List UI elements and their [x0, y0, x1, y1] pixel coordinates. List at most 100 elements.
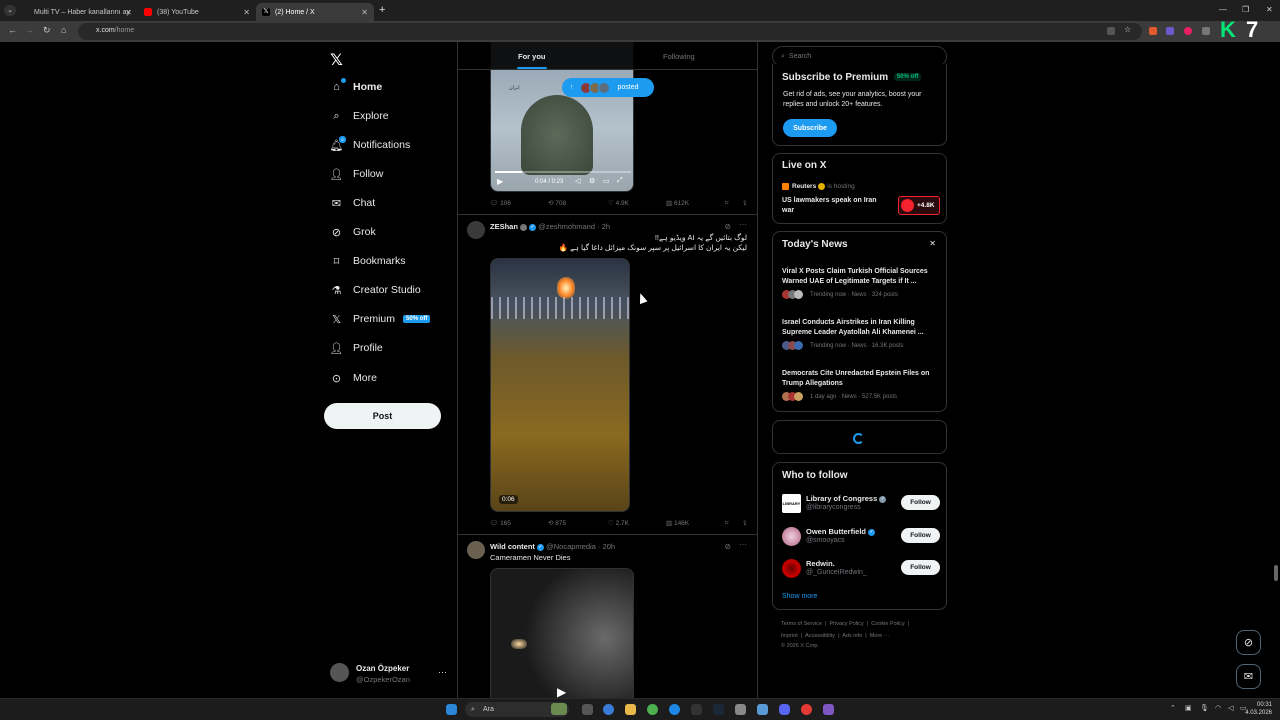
- extension-icon[interactable]: [1184, 27, 1192, 35]
- sidebar-item-chat[interactable]: ✉ Chat: [330, 193, 375, 213]
- wifi-icon[interactable]: ◠: [1215, 704, 1221, 712]
- sidebar-item-notifications[interactable]: 🔔︎ 2 Notifications: [330, 135, 410, 155]
- follow-button[interactable]: Follow: [901, 560, 940, 575]
- footer-link[interactable]: Cookie Policy: [871, 621, 904, 627]
- account-switcher[interactable]: Ozan Özpeker @OzpekerOzan ···: [330, 662, 450, 686]
- share-icon[interactable]: ⇪: [742, 199, 747, 207]
- address-bar[interactable]: [78, 23, 1142, 40]
- views-count[interactable]: ▥ 146K: [666, 519, 689, 527]
- sidebar-item-grok[interactable]: ⊘ Grok: [330, 222, 376, 242]
- play-icon[interactable]: ▶: [557, 685, 566, 698]
- minimize-icon[interactable]: —: [1219, 5, 1227, 14]
- follow-button[interactable]: Follow: [901, 495, 940, 510]
- messages-float-button[interactable]: ✉: [1236, 664, 1261, 689]
- close-window-icon[interactable]: ✕: [1266, 5, 1273, 14]
- settings-icon[interactable]: [735, 704, 746, 715]
- reply-button[interactable]: 💬︎ 165: [490, 519, 511, 527]
- live-listeners-badge[interactable]: +4.8K: [898, 196, 940, 215]
- steam-icon[interactable]: [713, 704, 724, 715]
- bookmark-icon[interactable]: ⌑: [725, 519, 728, 527]
- share-icon[interactable]: ⇪: [742, 519, 747, 527]
- sidebar-item-explore[interactable]: ⌕ Explore: [330, 106, 388, 126]
- grok-icon[interactable]: ⊘: [724, 222, 731, 231]
- store-icon[interactable]: [691, 704, 702, 715]
- edge-icon[interactable]: [669, 704, 680, 715]
- news-item-title[interactable]: Viral X Posts Claim Turkish Official Sou…: [782, 267, 940, 287]
- widget-icon[interactable]: [551, 703, 567, 715]
- like-button[interactable]: ♡ 4.9K: [608, 199, 629, 207]
- close-tab-icon[interactable]: ✕: [243, 8, 250, 17]
- tray-app-icon[interactable]: ▣: [1185, 704, 1192, 712]
- extension-icon[interactable]: [1166, 27, 1174, 35]
- post-button[interactable]: Post: [324, 403, 441, 429]
- footer-link[interactable]: Privacy Policy: [830, 621, 864, 627]
- play-icon[interactable]: ▶: [497, 177, 503, 186]
- footer-link[interactable]: Ads info: [842, 633, 862, 639]
- sidebar-item-home[interactable]: ⌂ Home: [330, 77, 382, 97]
- close-tab-icon[interactable]: ✕: [125, 8, 132, 17]
- repost-button[interactable]: ⟲ 875: [548, 519, 566, 527]
- more-dots-icon[interactable]: ···: [739, 540, 747, 549]
- follow-suggestion[interactable]: Owen Butterfield ✓ @smooyacs Follow: [782, 526, 942, 548]
- maximize-icon[interactable]: ❐: [1242, 5, 1249, 14]
- like-button[interactable]: ♡ 2.7K: [608, 519, 629, 527]
- author-name[interactable]: Wild content: [490, 542, 535, 551]
- footer-link[interactable]: More ···: [870, 633, 890, 639]
- windows-start-icon[interactable]: [446, 704, 457, 715]
- close-icon[interactable]: ✕: [929, 239, 936, 248]
- follow-suggestion[interactable]: Redwin. @_GunceIRedwin_ Follow: [782, 558, 942, 580]
- browser-tab-x-home[interactable]: 𝕏 (2) Home / X ✕: [256, 3, 374, 21]
- app-icon[interactable]: [801, 704, 812, 715]
- x-logo-icon[interactable]: 𝕏: [330, 50, 346, 69]
- reply-button[interactable]: 💬︎ 106: [490, 199, 511, 207]
- home-browser-icon[interactable]: ⌂: [61, 25, 66, 35]
- footer-link[interactable]: Accessibility: [805, 633, 835, 639]
- volume-icon[interactable]: ◁: [575, 177, 580, 185]
- bookmark-icon[interactable]: ⌑: [725, 199, 728, 207]
- back-icon[interactable]: ←: [8, 25, 17, 35]
- avatar[interactable]: [467, 221, 485, 239]
- more-dots-icon[interactable]: ···: [438, 667, 447, 677]
- volume-icon[interactable]: ◁: [1228, 704, 1233, 712]
- live-host[interactable]: Reuters is hosting: [782, 183, 855, 190]
- video-progress-bar[interactable]: [495, 171, 631, 173]
- forward-icon[interactable]: →: [25, 25, 34, 35]
- pip-icon[interactable]: ▭: [603, 177, 610, 185]
- tab-for-you[interactable]: For you: [518, 52, 546, 61]
- author-handle[interactable]: @Nocapmedia: [546, 542, 596, 551]
- author-handle[interactable]: @zeshmohmand: [538, 222, 595, 231]
- news-item-title[interactable]: Israel Conducts Airstrikes in Iran Killi…: [782, 318, 940, 338]
- tab-following[interactable]: Following: [663, 52, 695, 61]
- sidebar-item-more[interactable]: ⊙ More: [330, 368, 377, 388]
- new-tab-icon[interactable]: +: [379, 4, 385, 16]
- settings-icon[interactable]: ⚙: [589, 177, 595, 185]
- author-name[interactable]: ZEShan: [490, 222, 518, 231]
- subscribe-button[interactable]: Subscribe: [783, 119, 837, 137]
- footer-link[interactable]: Terms of Service: [781, 621, 822, 627]
- task-view-icon[interactable]: [582, 704, 593, 715]
- tab-list-button[interactable]: ⌄: [4, 5, 16, 16]
- chrome-icon[interactable]: [647, 704, 658, 715]
- browser-tab-youtube[interactable]: (38) YouTube ✕: [138, 3, 256, 21]
- show-more-link[interactable]: Show more: [782, 593, 817, 600]
- live-headline[interactable]: US lawmakers speak on Iran war: [782, 196, 890, 216]
- copilot-icon[interactable]: [603, 704, 614, 715]
- file-explorer-icon[interactable]: [625, 704, 636, 715]
- sidebar-item-premium[interactable]: 𝕏 Premium 50% off: [330, 309, 431, 329]
- footer-link[interactable]: Imprint: [781, 633, 798, 639]
- new-posts-pill[interactable]: ↑ posted: [562, 78, 654, 97]
- sidebar-item-profile[interactable]: 👤︎ Profile: [330, 338, 383, 358]
- sidebar-item-follow[interactable]: 👤︎ Follow: [330, 164, 384, 184]
- more-dots-icon[interactable]: ···: [739, 220, 747, 229]
- extensions-puzzle-icon[interactable]: [1202, 27, 1210, 35]
- close-tab-icon[interactable]: ✕: [361, 8, 368, 17]
- install-app-icon[interactable]: [1107, 27, 1115, 35]
- microphone-icon[interactable]: 🎙︎: [1200, 704, 1209, 712]
- post-time[interactable]: · 20h: [598, 542, 615, 551]
- grok-float-button[interactable]: ⊘: [1236, 630, 1261, 655]
- discord-icon[interactable]: [779, 704, 790, 715]
- post-time[interactable]: · 2h: [597, 222, 610, 231]
- fullscreen-icon[interactable]: ⤢: [617, 177, 623, 185]
- grok-icon[interactable]: ⊘: [724, 542, 731, 551]
- news-item-title[interactable]: Democrats Cite Unredacted Epstein Files …: [782, 369, 940, 389]
